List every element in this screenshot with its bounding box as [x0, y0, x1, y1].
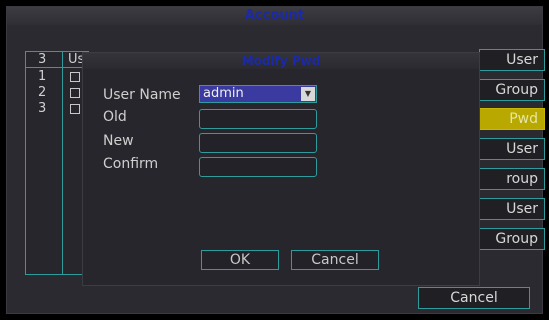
row-number: 3: [38, 101, 47, 116]
delete-group-button[interactable]: Group: [479, 228, 545, 250]
old-password-field[interactable]: [199, 109, 317, 129]
user-name-label: User Name: [103, 87, 181, 103]
account-title: Account: [7, 7, 542, 25]
user-name-select[interactable]: admin ▼: [199, 85, 317, 103]
confirm-password-label: Confirm: [103, 156, 159, 172]
new-password-field[interactable]: [199, 133, 317, 153]
new-password-label: New: [103, 133, 134, 149]
ok-button[interactable]: OK: [201, 250, 279, 270]
add-group-button[interactable]: Group: [479, 79, 545, 101]
chevron-down-icon[interactable]: ▼: [301, 87, 315, 101]
dialog-cancel-button[interactable]: Cancel: [291, 250, 379, 270]
row-checkbox[interactable]: [70, 88, 80, 98]
row-number: 1: [38, 69, 47, 84]
account-cancel-button[interactable]: Cancel: [418, 287, 530, 309]
delete-user-button[interactable]: User: [479, 198, 545, 220]
column-divider: [62, 52, 63, 274]
row-number: 2: [38, 85, 47, 100]
modify-user-button[interactable]: User: [479, 138, 545, 160]
add-user-button[interactable]: User: [479, 49, 545, 71]
confirm-password-field[interactable]: [199, 157, 317, 177]
modify-group-button[interactable]: roup: [479, 168, 545, 190]
row-checkbox[interactable]: [70, 72, 80, 82]
old-password-label: Old: [103, 109, 127, 125]
header-count: 3: [38, 52, 47, 67]
user-table: 3 Us 1 2 3: [25, 51, 89, 275]
modify-pwd-dialog: Modify Pwd User Name admin ▼ Old New Con…: [82, 52, 480, 286]
modify-pwd-button[interactable]: Pwd: [479, 108, 545, 130]
user-name-value: admin: [203, 86, 244, 101]
dialog-title: Modify Pwd: [83, 53, 479, 69]
row-checkbox[interactable]: [70, 104, 80, 114]
